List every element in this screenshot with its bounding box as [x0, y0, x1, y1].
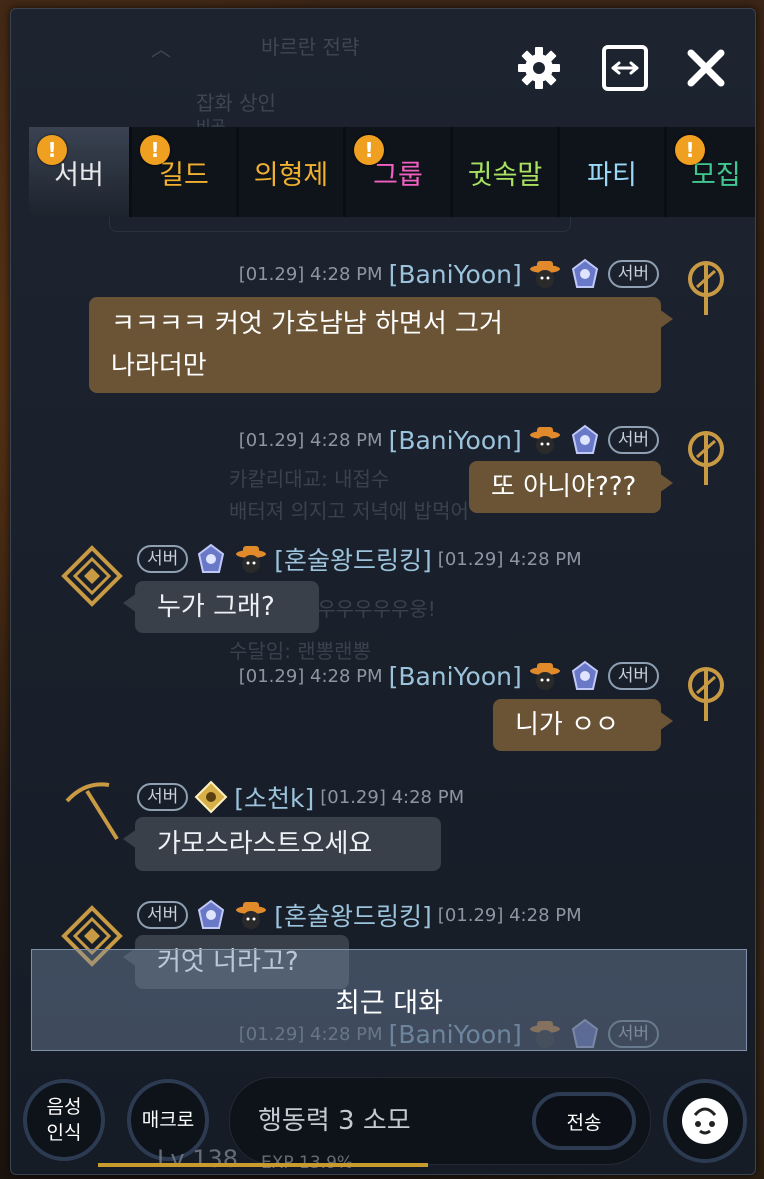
tab-group[interactable]: ! 그룹: [346, 127, 450, 217]
server-badge: 서버: [607, 662, 659, 690]
send-label: 전송: [566, 1111, 602, 1134]
tab-server[interactable]: ! 서버: [29, 127, 129, 217]
close-icon: [687, 49, 725, 87]
message-text: 또 아니야???: [491, 472, 637, 502]
message-time: [01.29] 4:28 PM: [437, 548, 582, 570]
class-emblem-icon: [198, 543, 225, 573]
chat-window: ︿ 바르란 전략 잡화 상인 비공: [10, 8, 756, 1175]
server-badge: 서버: [137, 783, 189, 811]
message-header: [01.29] 4:28 PM [BaniYoon] 서버: [239, 423, 659, 457]
tab-alert-badge: !: [675, 135, 705, 165]
settings-button[interactable]: [514, 43, 564, 93]
message-text: 나라더만: [111, 351, 207, 381]
recent-conversation-button[interactable]: 최근 대화: [31, 949, 747, 1051]
message-username[interactable]: [BaniYoon]: [389, 426, 522, 455]
player-avatar-icon: [61, 545, 123, 607]
tab-label: 귓속말: [467, 159, 543, 191]
message-text: ㅋㅋㅋㅋ 커엇 가호냠냠 하면서 그거: [111, 309, 503, 339]
close-button[interactable]: [681, 43, 731, 93]
exp-progress-bar: [98, 1163, 428, 1167]
cowboy-character-icon: [529, 261, 560, 288]
message-header: 서버 [혼술왕드링킹] [01.29] 4:28 PM: [137, 541, 582, 577]
server-badge: 서버: [607, 260, 659, 288]
message-time: [01.29] 4:28 PM: [238, 263, 383, 285]
expand-horizontal-icon: [602, 45, 648, 91]
chat-log[interactable]: 카칼리대교: 내접수 배터져 의지고 저녁에 밥먹어 부우우우우우웅! 수달임:…: [29, 217, 755, 1057]
message-bubble: ㅋㅋㅋㅋ 커엇 가호냠냠 하면서 그거 나라더만: [89, 297, 673, 393]
message-text: 니가 ㅇㅇ: [515, 710, 619, 740]
message-header: [01.29] 4:28 PM [BaniYoon] 서버: [239, 659, 659, 693]
player-avatar-icon: [688, 667, 724, 721]
emoticon-button[interactable]: [663, 1079, 747, 1163]
emoticon-face-icon: [682, 1098, 728, 1144]
message-bubble: 가모스라스트오세요: [123, 817, 441, 871]
chat-input[interactable]: [256, 1100, 520, 1142]
level-text: Lv 138: [157, 1145, 239, 1173]
message-header: 서버 [혼술왕드링킹] [01.29] 4:28 PM: [137, 897, 582, 933]
tab-label: 의형제: [253, 159, 329, 191]
tab-recruit[interactable]: ! 모집: [667, 127, 755, 217]
pickaxe-avatar-icon: [65, 782, 119, 841]
message-text: 가모스라스트오세요: [157, 829, 373, 859]
cowboy-character-icon: [236, 902, 267, 929]
tab-alert-badge: !: [37, 135, 67, 165]
send-button[interactable]: 전송: [532, 1092, 636, 1150]
player-avatar-icon: [688, 431, 724, 485]
tab-whisper[interactable]: 귓속말: [453, 127, 557, 217]
tab-guild[interactable]: ! 길드: [132, 127, 236, 217]
message-bubble: 누가 그래?: [123, 581, 319, 633]
ghost-line: 배터져 의지고 저녁에 밥먹어: [229, 499, 469, 523]
message-bubble: 니가 ㅇㅇ: [493, 699, 673, 751]
tab-brotherhood[interactable]: 의형제: [239, 127, 343, 217]
message-time: [01.29] 4:28 PM: [238, 429, 383, 451]
server-badge: 서버: [607, 426, 659, 454]
cowboy-character-icon: [236, 546, 267, 573]
chat-input-container: 전송: [229, 1077, 651, 1165]
gear-icon: [518, 47, 560, 89]
message-time: [01.29] 4:28 PM: [437, 904, 582, 926]
message-time: [01.29] 4:28 PM: [238, 665, 383, 687]
ghost-collapse-arrow: ︿: [151, 37, 171, 61]
resize-button[interactable]: [600, 43, 650, 93]
chat-input-bar: 음성 인식 매크로 전송 Lv 138 EXP 13.9%: [11, 1057, 755, 1174]
message-username[interactable]: [BaniYoon]: [389, 662, 522, 691]
server-badge: 서버: [137, 901, 189, 929]
ghost-line: 부우우우우우웅!: [299, 597, 436, 621]
tab-alert-badge: !: [354, 135, 384, 165]
voice-label-line2: 인식: [46, 1122, 82, 1144]
class-emblem-icon: [198, 899, 225, 929]
chat-tabs: ! 서버 ! 길드 의형제 ! 그룹 귓속말 파티 ! 모집: [29, 127, 755, 217]
recent-conversation-label: 최근 대화: [335, 987, 443, 1019]
ghost-panel-edge: [109, 217, 571, 232]
player-avatar-icon: [688, 261, 724, 315]
ghost-merchant: 잡화 상인: [196, 91, 276, 115]
gold-emblem-icon: [194, 780, 228, 814]
ghost-collapse-text: 바르란 전략: [261, 35, 360, 59]
cowboy-character-icon: [529, 663, 560, 690]
voice-recognition-button[interactable]: 음성 인식: [23, 1079, 105, 1161]
tab-alert-badge: !: [140, 135, 170, 165]
class-emblem-icon: [571, 258, 598, 288]
class-emblem-icon: [571, 424, 598, 454]
macro-label: 매크로: [141, 1109, 195, 1131]
message-username[interactable]: [소천k]: [234, 779, 314, 815]
server-badge: 서버: [137, 545, 189, 573]
ghost-line: 카칼리대교: 내접수: [229, 467, 390, 491]
voice-label-line1: 음성: [46, 1096, 82, 1118]
tab-party[interactable]: 파티: [560, 127, 664, 217]
chat-toolbar: ︿ 바르란 전략 잡화 상인 비공: [11, 9, 755, 136]
message-username[interactable]: [BaniYoon]: [389, 260, 522, 289]
message-username[interactable]: [혼술왕드링킹]: [274, 897, 432, 933]
message-text: 누가 그래?: [157, 592, 275, 622]
cowboy-character-icon: [529, 427, 560, 454]
message-time: [01.29] 4:28 PM: [320, 786, 465, 808]
message-header: [01.29] 4:28 PM [BaniYoon] 서버: [239, 257, 659, 291]
tab-label: 파티: [587, 159, 637, 191]
message-username[interactable]: [혼술왕드링킹]: [274, 541, 432, 577]
class-emblem-icon: [571, 660, 598, 690]
message-bubble: 또 아니야???: [469, 461, 673, 513]
message-header: 서버 [소천k] [01.29] 4:28 PM: [137, 779, 464, 815]
